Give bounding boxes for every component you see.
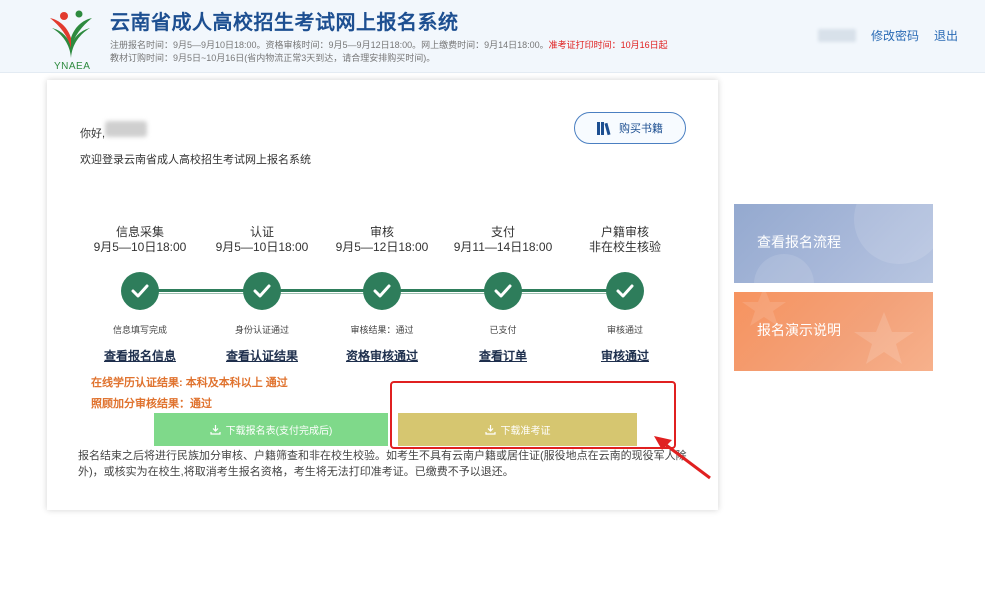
view-registration-flow-panel[interactable]: 查看报名流程 — [734, 204, 933, 283]
system-title: 云南省成人高校招生考试网上报名系统 — [110, 12, 459, 34]
step-household-review: 户籍审核 非在校生核验 审核通过 审核通过 — [564, 225, 686, 365]
username-redacted — [818, 29, 856, 42]
schedule-line-1: 注册报名时间：9月5—9月10日18:00。资格审核时间：9月5—9月12日18… — [110, 38, 668, 51]
step-status: 已支付 — [489, 325, 517, 335]
check-icon — [484, 272, 522, 310]
logout-link[interactable]: 退出 — [934, 27, 958, 44]
view-verification-result-link[interactable]: 查看认证结果 — [226, 347, 298, 364]
view-registration-info-link[interactable]: 查看报名信息 — [104, 347, 176, 364]
household-review-link[interactable]: 审核通过 — [601, 347, 649, 364]
step-info-collection: 信息采集 9月5—10日18:00 信息填写完成 查看报名信息 — [79, 225, 201, 365]
step-status: 审核结果：通过 — [350, 325, 414, 335]
logo-text: YNAEA — [54, 61, 91, 72]
panel-decoration — [754, 254, 814, 283]
schedule-text: 注册报名时间：9月5—9月10日18:00。资格审核时间：9月5—9月12日18… — [110, 40, 549, 50]
step-date: 9月5—10日18:00 — [215, 240, 309, 254]
header-bar: YNAEA 云南省成人高校招生考试网上报名系统 注册报名时间：9月5—9月10日… — [0, 0, 985, 73]
schedule-line-2: 教材订购时间：9月5日~10月16日(省内物流正常3天到达，请合理安排购买时间)… — [110, 53, 436, 63]
buy-books-label: 购买书籍 — [619, 123, 663, 135]
books-icon — [597, 121, 611, 135]
step-title: 户籍审核 — [600, 225, 649, 239]
step-date: 非在校生核验 — [588, 240, 661, 254]
check-icon — [363, 272, 401, 310]
step-title: 审核 — [369, 225, 394, 239]
bonus-review-result: 照顾加分审核结果：通过 — [91, 398, 212, 410]
registration-card: 你好, 欢迎登录云南省成人高校招生考试网上报名系统 购买书籍 信息采集 9月5—… — [47, 80, 718, 510]
welcome-text: 欢迎登录云南省成人高校招生考试网上报名系统 — [80, 154, 311, 166]
step-status: 身份认证通过 — [234, 325, 289, 335]
download-registration-form-button[interactable]: 下载报名表(支付完成后) — [154, 413, 388, 446]
check-icon — [243, 272, 281, 310]
step-date: 9月5—12日18:00 — [335, 240, 429, 254]
step-verification: 认证 9月5—10日18:00 身份认证通过 查看认证结果 — [201, 225, 323, 365]
download-icon — [484, 425, 496, 435]
step-date: 9月11—14日18:00 — [453, 240, 553, 254]
step-date: 9月5—10日18:00 — [93, 240, 187, 254]
buy-books-button[interactable]: 购买书籍 — [574, 112, 686, 144]
download-ticket-label: 下载准考证 — [500, 426, 551, 437]
download-admission-ticket-button[interactable]: 下载准考证 — [398, 413, 637, 446]
change-password-link[interactable]: 修改密码 — [871, 27, 919, 44]
step-review: 审核 9月5—12日18:00 审核结果：通过 资格审核通过 — [321, 225, 443, 365]
registration-demo-panel[interactable]: 报名演示说明 — [734, 292, 933, 371]
greeting-text: 你好, — [80, 128, 106, 140]
view-order-link[interactable]: 查看订单 — [479, 347, 527, 364]
step-status: 信息填写完成 — [112, 325, 167, 335]
view-flow-label: 查看报名流程 — [757, 234, 841, 250]
demo-label: 报名演示说明 — [757, 322, 841, 338]
step-title: 信息采集 — [115, 225, 164, 239]
logo-emblem-icon — [50, 10, 92, 58]
ticket-print-time: 准考证打印时间：10月16日起 — [548, 40, 668, 50]
check-icon — [121, 272, 159, 310]
download-form-label: 下载报名表(支付完成后) — [225, 426, 333, 437]
step-title: 支付 — [490, 225, 515, 239]
step-payment: 支付 9月11—14日18:00 已支付 查看订单 — [442, 225, 564, 365]
qualification-review-link[interactable]: 资格审核通过 — [346, 347, 418, 364]
panel-decoration — [854, 204, 933, 264]
step-status: 审核通过 — [606, 325, 643, 335]
education-verification-result: 在线学历认证结果: 本科及本科以上 通过 — [91, 377, 288, 389]
check-icon — [606, 272, 644, 310]
ynaea-logo: YNAEA — [40, 8, 102, 72]
step-title: 认证 — [249, 225, 274, 239]
notice-text: 报名结束之后将进行民族加分审核、户籍筛查和非在校生校验。如考生不具有云南户籍或居… — [78, 450, 687, 478]
download-icon — [210, 425, 221, 435]
name-redacted — [105, 121, 147, 137]
